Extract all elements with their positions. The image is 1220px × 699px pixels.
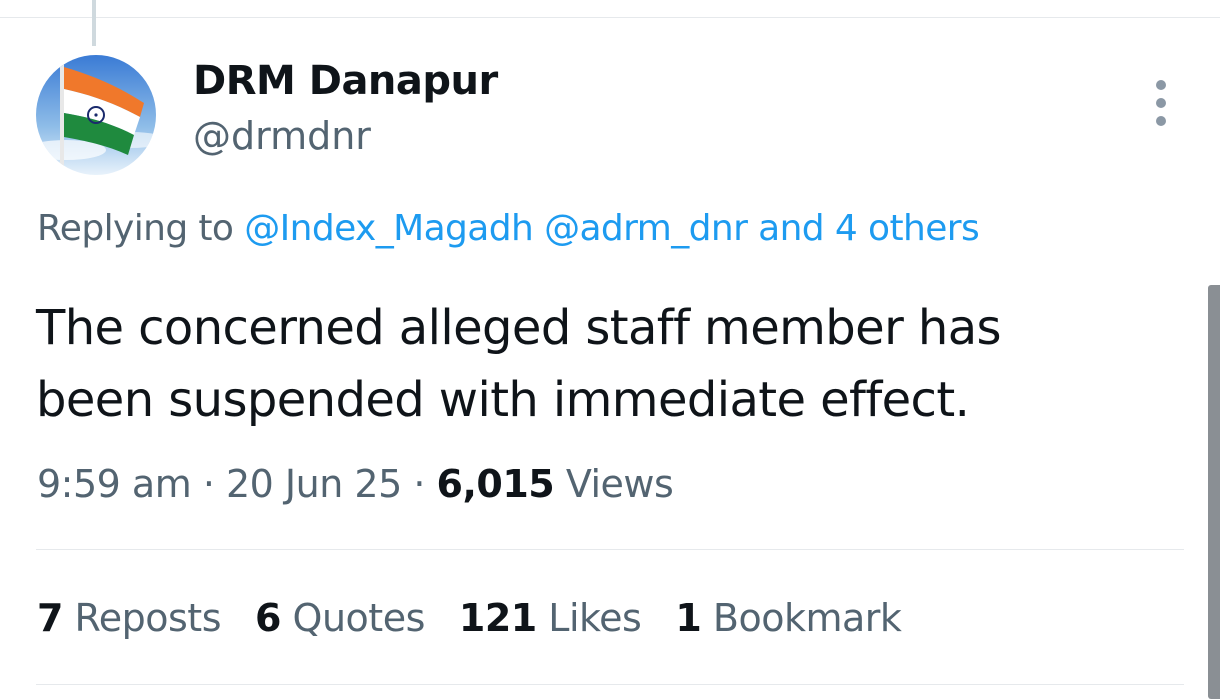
- top-divider: [0, 17, 1220, 18]
- reposts-label: Reposts: [74, 596, 222, 640]
- likes-label: Likes: [548, 596, 642, 640]
- likes-count: 121: [458, 596, 537, 640]
- views-label: Views: [565, 462, 674, 506]
- thread-connector-line: [92, 0, 96, 46]
- mention-link[interactable]: @Index_Magadh: [244, 208, 534, 249]
- mention-link[interactable]: @adrm_dnr: [544, 208, 748, 249]
- tweet-date[interactable]: 20 Jun 25: [226, 462, 402, 506]
- author-display-name[interactable]: DRM Danapur: [193, 58, 498, 104]
- scrollbar[interactable]: [1208, 285, 1220, 699]
- avatar[interactable]: [36, 55, 156, 175]
- bookmarks-label: Bookmark: [712, 596, 902, 640]
- more-options-button[interactable]: [1148, 80, 1174, 126]
- quotes-count: 6: [255, 596, 281, 640]
- tweet-text-line: The concerned alleged staff member has: [36, 300, 1002, 356]
- more-vertical-icon-dot: [1156, 98, 1166, 108]
- bookmarks-count: 1: [675, 596, 702, 640]
- quotes-stat[interactable]: 6 Quotes: [255, 596, 425, 640]
- engagement-stats: 7 Reposts 6 Quotes 121 Likes 1 Bookmark: [37, 596, 935, 640]
- more-vertical-icon: [1156, 80, 1166, 90]
- reposts-count: 7: [37, 596, 63, 640]
- divider: [36, 684, 1184, 685]
- reply-context: Replying to @Index_Magadh @adrm_dnr and …: [37, 208, 980, 249]
- tweet-meta: 9:59 am · 20 Jun 25 · 6,015 Views: [37, 462, 674, 506]
- others-link[interactable]: and 4 others: [758, 208, 980, 249]
- tweet-text: The concerned alleged staff member has b…: [36, 292, 1156, 436]
- tweet-text-line: been suspended with immediate effect.: [36, 372, 970, 428]
- more-vertical-icon-dot: [1156, 116, 1166, 126]
- meta-separator: ·: [202, 462, 215, 506]
- views-count: 6,015: [436, 462, 555, 506]
- reply-context-prefix: Replying to: [37, 208, 234, 249]
- author-handle[interactable]: @drmdnr: [193, 114, 371, 158]
- quotes-label: Quotes: [292, 596, 426, 640]
- meta-separator: ·: [413, 462, 425, 506]
- indian-flag-icon: [36, 55, 156, 175]
- reposts-stat[interactable]: 7 Reposts: [37, 596, 222, 640]
- likes-stat[interactable]: 121 Likes: [458, 596, 642, 640]
- bookmarks-stat[interactable]: 1 Bookmark: [675, 596, 902, 640]
- tweet-time[interactable]: 9:59 am: [37, 462, 192, 506]
- divider: [36, 549, 1184, 550]
